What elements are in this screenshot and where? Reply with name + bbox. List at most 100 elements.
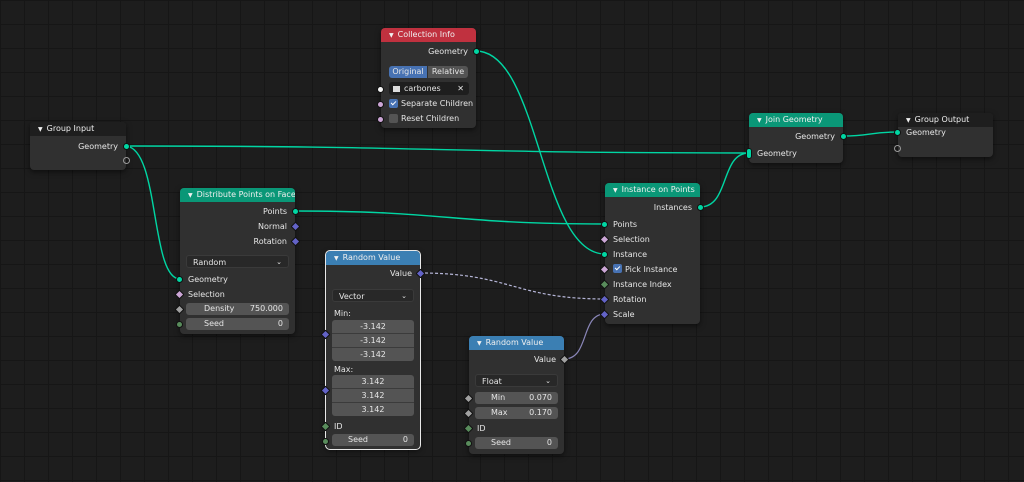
instance-input-socket[interactable] — [601, 251, 608, 258]
id-label: ID — [334, 422, 343, 431]
distribute-points-header[interactable]: ▼ Distribute Points on Faces — [180, 188, 295, 202]
collapse-chevron-icon[interactable]: ▼ — [188, 189, 193, 202]
random-value-float-node[interactable]: ▼ Random Value Value Float ⌄ Min 0.070 Max 0… — [463, 336, 570, 454]
collection-input-socket[interactable] — [377, 86, 384, 93]
empty-input-socket[interactable] — [894, 145, 901, 152]
geometry-output-socket[interactable] — [840, 133, 847, 140]
geometry-input-socket[interactable] — [176, 276, 183, 283]
max-x-field[interactable]: 3.142 — [332, 375, 414, 389]
separate-children-checkbox[interactable] — [389, 99, 398, 108]
node-title: Group Output — [914, 115, 970, 124]
chevron-down-icon: ⌄ — [545, 377, 551, 385]
geometry-output-socket[interactable] — [123, 143, 130, 150]
seed-field[interactable]: Seed 0 — [475, 437, 558, 449]
id-input-socket[interactable] — [463, 423, 474, 434]
reset-children-socket[interactable] — [377, 116, 384, 123]
relative-toggle[interactable]: Relative — [428, 66, 468, 78]
separate-children-socket[interactable] — [377, 101, 384, 108]
separate-children-label: Separate Children — [401, 99, 474, 108]
collection-icon — [393, 85, 400, 92]
instance-on-points-header[interactable]: ▼ Instance on Points — [605, 183, 700, 197]
min-field[interactable]: Min 0.070 — [475, 392, 558, 404]
original-toggle[interactable]: Original — [389, 66, 427, 78]
link-points-to-instance — [294, 210, 606, 225]
collapse-chevron-icon[interactable]: ▼ — [757, 114, 762, 127]
collection-field[interactable]: carbones ✕ — [389, 82, 469, 95]
input-scale-label: Scale — [613, 310, 635, 319]
max-field[interactable]: Max 0.170 — [475, 407, 558, 419]
data-type-dropdown[interactable]: Vector ⌄ — [332, 289, 414, 302]
group-input-node[interactable]: ▼ Group Input Geometry — [30, 122, 130, 170]
collection-info-node[interactable]: ▼ Collection Info Geometry Original Relat… — [377, 28, 480, 128]
instances-output-socket[interactable] — [697, 204, 704, 211]
min-input-socket[interactable] — [320, 329, 331, 340]
reset-children-checkbox[interactable] — [389, 114, 398, 123]
input-selection-label: Selection — [613, 235, 650, 244]
min-x-field[interactable]: -3.142 — [332, 320, 414, 334]
pick-instance-checkbox[interactable] — [613, 264, 622, 273]
seed-field[interactable]: Seed 0 — [332, 434, 414, 446]
geometry-multi-input-socket[interactable] — [746, 148, 752, 159]
min-label: Min: — [334, 309, 351, 318]
random-value-header[interactable]: ▼ Random Value — [469, 336, 564, 350]
rotation-input-socket[interactable] — [599, 294, 610, 305]
seed-field[interactable]: Seed 0 — [186, 318, 289, 330]
input-instance-index-label: Instance Index — [613, 280, 672, 289]
scale-input-socket[interactable] — [599, 309, 610, 320]
min-y-field[interactable]: -3.142 — [332, 334, 414, 348]
max-input-socket[interactable] — [463, 408, 474, 419]
pick-instance-socket[interactable] — [599, 264, 610, 275]
clear-x-icon[interactable]: ✕ — [457, 82, 464, 95]
instance-on-points-node[interactable]: ▼ Instance on Points Instances Points Sel… — [599, 183, 704, 324]
seed-input-socket[interactable] — [465, 440, 472, 447]
seed-input-socket[interactable] — [322, 438, 329, 445]
group-input-header[interactable]: ▼ Group Input — [30, 122, 126, 136]
density-field[interactable]: Density 750.000 — [186, 303, 289, 315]
rotation-output-socket[interactable] — [290, 236, 301, 247]
max-y-field[interactable]: 3.142 — [332, 389, 414, 403]
max-z-field[interactable]: 3.142 — [332, 403, 414, 416]
node-title: Distribute Points on Faces — [196, 190, 295, 199]
empty-output-socket[interactable] — [123, 157, 130, 164]
seed-input-socket[interactable] — [176, 321, 183, 328]
collapse-chevron-icon[interactable]: ▼ — [334, 252, 339, 265]
output-normal-label: Normal — [258, 222, 287, 231]
selection-input-socket[interactable] — [599, 234, 610, 245]
id-input-socket[interactable] — [320, 421, 331, 432]
collapse-chevron-icon[interactable]: ▼ — [613, 184, 618, 197]
join-geometry-node[interactable]: ▼ Join Geometry Geometry Geometry — [746, 113, 847, 163]
input-geometry-label: Geometry — [757, 149, 797, 158]
distribution-mode-dropdown[interactable]: Random ⌄ — [186, 255, 289, 268]
value-output-socket[interactable] — [559, 354, 570, 365]
max-vector-field[interactable]: 3.142 3.142 3.142 — [332, 375, 414, 416]
selection-input-socket[interactable] — [174, 289, 185, 300]
min-input-socket[interactable] — [463, 393, 474, 404]
link-groupinput-to-join — [124, 145, 750, 154]
normal-output-socket[interactable] — [290, 221, 301, 232]
link-join-to-output — [842, 131, 899, 137]
min-z-field[interactable]: -3.142 — [332, 348, 414, 361]
points-input-socket[interactable] — [601, 221, 608, 228]
value-output-socket[interactable] — [415, 268, 426, 279]
output-geometry-label: Geometry — [428, 47, 468, 56]
link-random-float-to-scale — [563, 313, 606, 360]
join-geometry-header[interactable]: ▼ Join Geometry — [749, 113, 843, 127]
random-value-header[interactable]: ▼ Random Value — [326, 251, 420, 265]
instance-index-socket[interactable] — [599, 279, 610, 290]
collapse-chevron-icon[interactable]: ▼ — [389, 29, 394, 42]
collapse-chevron-icon[interactable]: ▼ — [38, 123, 43, 136]
collapse-chevron-icon[interactable]: ▼ — [477, 337, 482, 350]
random-value-vector-node[interactable]: ▼ Random Value Value Vector ⌄ Min: -3.142 … — [320, 250, 426, 450]
geometry-output-socket[interactable] — [473, 48, 480, 55]
points-output-socket[interactable] — [292, 208, 299, 215]
input-geometry-label: Geometry — [906, 128, 946, 137]
geometry-input-socket[interactable] — [894, 129, 901, 136]
max-input-socket[interactable] — [320, 385, 331, 396]
density-input-socket[interactable] — [174, 304, 185, 315]
collection-info-header[interactable]: ▼ Collection Info — [381, 28, 476, 42]
min-vector-field[interactable]: -3.142 -3.142 -3.142 — [332, 320, 414, 361]
distribute-points-node[interactable]: ▼ Distribute Points on Faces Points Norma… — [174, 188, 301, 334]
group-output-node[interactable]: ▼ Group Output Geometry — [894, 113, 993, 157]
reset-children-label: Reset Children — [401, 114, 460, 123]
data-type-dropdown[interactable]: Float ⌄ — [475, 374, 558, 387]
